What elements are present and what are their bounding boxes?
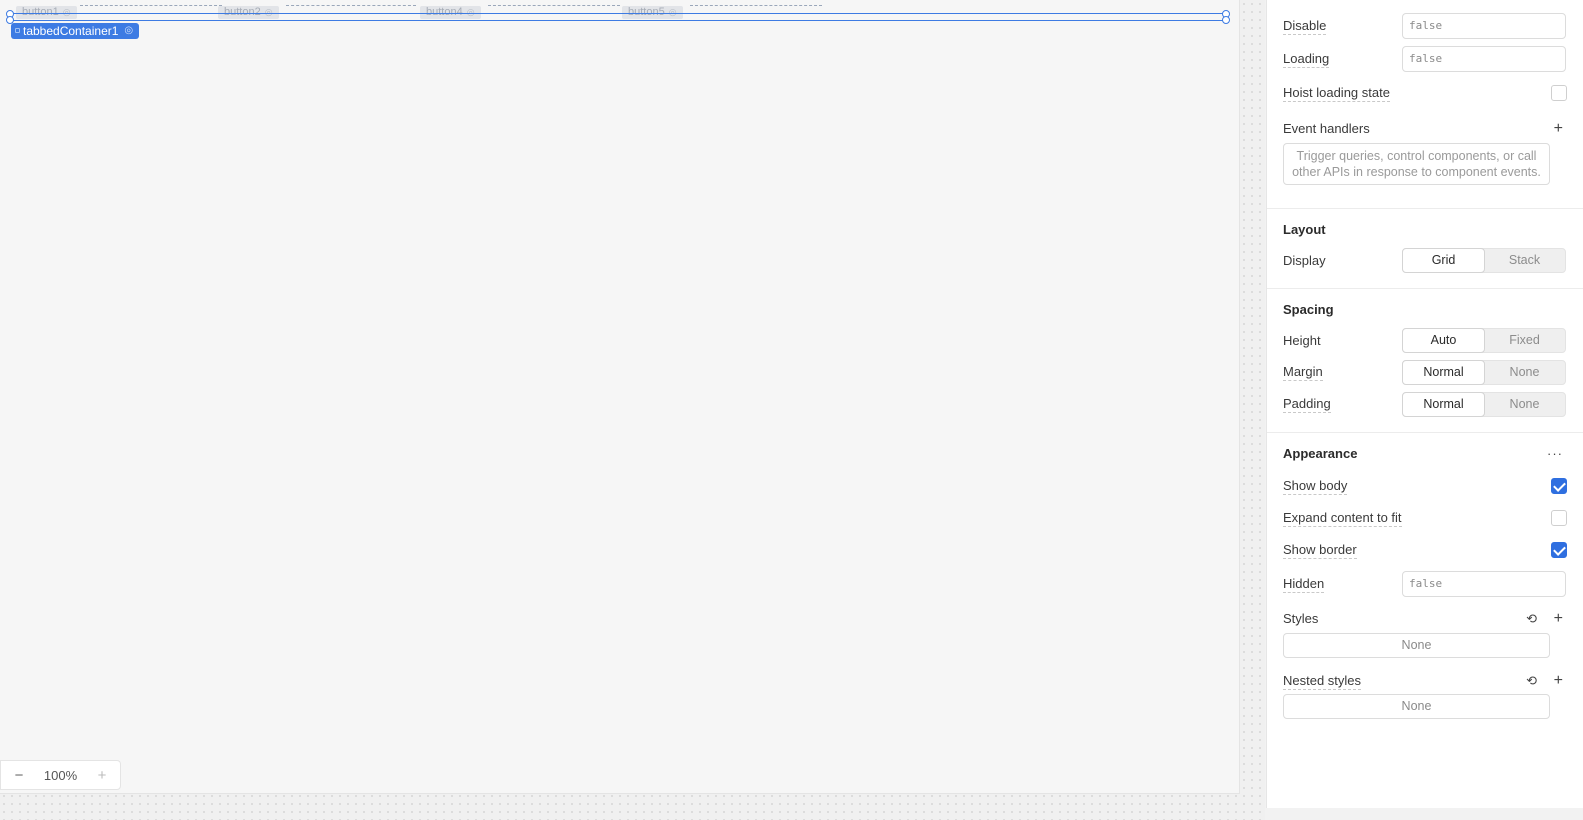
selection-outline[interactable] bbox=[10, 13, 1226, 21]
loading-row: Loading false bbox=[1283, 46, 1567, 72]
resize-handle-right-bottom[interactable] bbox=[1222, 16, 1230, 24]
refresh-icon[interactable]: ⟲ bbox=[1526, 673, 1537, 689]
show-border-row: Show border bbox=[1283, 541, 1567, 559]
margin-label: Margin bbox=[1283, 364, 1323, 381]
margin-option-normal[interactable]: Normal bbox=[1402, 360, 1485, 385]
tab-divider bbox=[488, 5, 620, 6]
event-handlers-label: Event handlers bbox=[1283, 121, 1370, 136]
add-nested-style-icon[interactable]: + bbox=[1554, 673, 1563, 689]
expand-content-checkbox[interactable] bbox=[1551, 510, 1567, 526]
styles-row: Styles ⟲ + bbox=[1283, 610, 1567, 628]
hoist-loading-row: Hoist loading state bbox=[1283, 84, 1567, 102]
nested-styles-value[interactable]: None bbox=[1283, 694, 1550, 719]
show-border-label: Show border bbox=[1283, 541, 1357, 559]
hoist-loading-label: Hoist loading state bbox=[1283, 84, 1390, 102]
event-handlers-row: Event handlers + bbox=[1283, 120, 1567, 138]
layout-title: Layout bbox=[1283, 221, 1326, 237]
spacing-header: Spacing bbox=[1283, 300, 1567, 318]
margin-option-none[interactable]: None bbox=[1484, 361, 1565, 384]
height-row: Height Auto Fixed bbox=[1283, 328, 1567, 353]
event-handlers-empty[interactable]: Trigger queries, control components, or … bbox=[1283, 143, 1550, 185]
inspector-panel: Disable false Loading false Hoist loadin… bbox=[1266, 0, 1583, 808]
app-canvas[interactable]: button1 ◎ button2 ◎ button4 ◎ button5 ◎ … bbox=[0, 0, 1240, 794]
show-body-checkbox[interactable] bbox=[1551, 478, 1567, 494]
drag-handle-icon[interactable] bbox=[15, 28, 20, 33]
height-option-auto[interactable]: Auto bbox=[1402, 328, 1485, 353]
padding-toggle: Normal None bbox=[1402, 392, 1566, 417]
layout-header: Layout bbox=[1283, 220, 1567, 238]
loading-label: Loading bbox=[1283, 50, 1330, 68]
disable-label: Disable bbox=[1283, 17, 1327, 35]
padding-option-none[interactable]: None bbox=[1484, 393, 1565, 416]
zoom-control: − 100% + bbox=[0, 760, 121, 790]
display-option-grid[interactable]: Grid bbox=[1402, 248, 1485, 273]
selected-component-name: tabbedContainer1 bbox=[23, 24, 119, 38]
add-style-icon[interactable]: + bbox=[1554, 611, 1563, 627]
loading-input[interactable]: false bbox=[1402, 46, 1566, 72]
zoom-level: 100% bbox=[43, 767, 78, 783]
disable-input[interactable]: false bbox=[1402, 13, 1566, 39]
show-body-label: Show body bbox=[1283, 477, 1348, 495]
tab-divider bbox=[690, 5, 822, 6]
hidden-label: Hidden bbox=[1283, 575, 1325, 593]
eye-hidden-icon[interactable]: ◎ bbox=[124, 23, 133, 39]
refresh-icon[interactable]: ⟲ bbox=[1526, 611, 1537, 627]
padding-label: Padding bbox=[1283, 396, 1331, 413]
styles-value[interactable]: None bbox=[1283, 633, 1550, 658]
spacing-title: Spacing bbox=[1283, 301, 1334, 317]
section-divider bbox=[1267, 432, 1583, 433]
margin-row: Margin Normal None bbox=[1283, 360, 1567, 385]
nested-styles-label: Nested styles bbox=[1283, 672, 1362, 690]
hoist-loading-checkbox[interactable] bbox=[1551, 85, 1567, 101]
height-label: Height bbox=[1283, 332, 1321, 348]
display-toggle: Grid Stack bbox=[1402, 248, 1566, 273]
styles-label: Styles bbox=[1283, 611, 1319, 626]
height-option-fixed[interactable]: Fixed bbox=[1484, 329, 1565, 352]
show-body-row: Show body bbox=[1283, 477, 1567, 495]
hidden-row: Hidden false bbox=[1283, 571, 1567, 597]
tab-divider bbox=[80, 5, 222, 6]
hidden-input[interactable]: false bbox=[1402, 571, 1566, 597]
section-divider bbox=[1267, 288, 1583, 289]
expand-content-label: Expand content to fit bbox=[1283, 509, 1402, 527]
selected-component-chip[interactable]: tabbedContainer1 ◎ bbox=[11, 23, 140, 39]
zoom-in-button[interactable]: + bbox=[94, 767, 110, 784]
padding-row: Padding Normal None bbox=[1283, 392, 1567, 417]
more-options-icon[interactable]: ··· bbox=[1547, 446, 1563, 461]
display-row: Display Grid Stack bbox=[1283, 248, 1567, 273]
height-toggle: Auto Fixed bbox=[1402, 328, 1566, 353]
appearance-title: Appearance bbox=[1283, 445, 1358, 461]
appearance-header: Appearance ··· bbox=[1283, 444, 1567, 462]
margin-toggle: Normal None bbox=[1402, 360, 1566, 385]
display-option-stack[interactable]: Stack bbox=[1484, 249, 1565, 272]
add-event-handler-icon[interactable]: + bbox=[1554, 121, 1563, 137]
section-divider bbox=[1267, 208, 1583, 209]
display-label: Display bbox=[1283, 252, 1326, 268]
disable-row: Disable false bbox=[1283, 13, 1567, 39]
tab-divider bbox=[286, 5, 416, 6]
show-border-checkbox[interactable] bbox=[1551, 542, 1567, 558]
expand-content-row: Expand content to fit bbox=[1283, 509, 1567, 527]
padding-option-normal[interactable]: Normal bbox=[1402, 392, 1485, 417]
zoom-out-button[interactable]: − bbox=[11, 767, 27, 784]
nested-styles-row: Nested styles ⟲ + bbox=[1283, 672, 1567, 690]
